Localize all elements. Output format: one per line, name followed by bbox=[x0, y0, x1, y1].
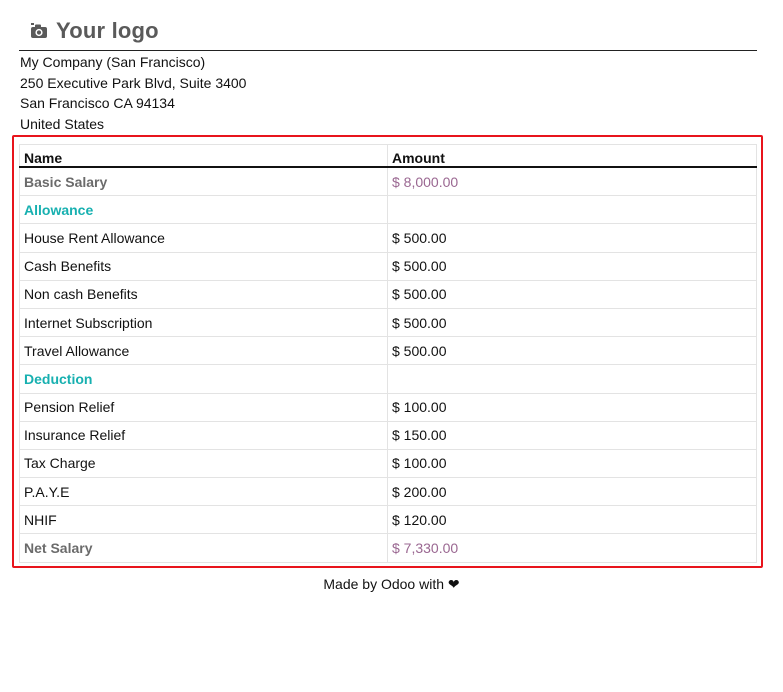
table-row: House Rent Allowance $ 500.00 bbox=[19, 223, 757, 253]
row-name: Net Salary bbox=[19, 533, 388, 563]
column-header-amount: Amount bbox=[387, 144, 757, 168]
payslip-table: Name Amount Basic Salary $ 8,000.00 Allowa… bbox=[19, 144, 757, 563]
row-amount: $ 500.00 bbox=[387, 279, 757, 309]
summary-row: Basic Salary $ 8,000.00 bbox=[19, 166, 757, 197]
row-amount: $ 100.00 bbox=[387, 392, 757, 422]
row-name: P.A.Y.E bbox=[19, 477, 388, 507]
row-name: Insurance Relief bbox=[19, 420, 388, 450]
address-country: United States bbox=[20, 115, 105, 132]
row-name: Tax Charge bbox=[19, 448, 388, 479]
address-street: 250 Executive Park Blvd, Suite 3400 bbox=[20, 74, 247, 91]
table-row: Non cash Benefits $ 500.00 bbox=[19, 279, 757, 309]
category-row: Allowance bbox=[19, 195, 757, 225]
row-name: Pension Relief bbox=[19, 392, 388, 422]
row-name: NHIF bbox=[19, 505, 388, 535]
camera-icon bbox=[30, 22, 48, 40]
table-row: NHIF $ 120.00 bbox=[19, 505, 757, 535]
company-name: My Company (San Francisco) bbox=[20, 54, 206, 70]
column-header-name: Name bbox=[19, 144, 388, 168]
table-row: Cash Benefits $ 500.00 bbox=[19, 251, 757, 281]
row-amount: $ 100.00 bbox=[387, 448, 757, 479]
summary-row: Net Salary $ 7,330.00 bbox=[19, 533, 757, 563]
table-row: Pension Relief $ 100.00 bbox=[19, 392, 757, 422]
category-row: Deduction bbox=[19, 364, 757, 394]
row-name: Allowance bbox=[19, 195, 388, 225]
footer-credit: Made by Odoo with ❤ bbox=[323, 576, 460, 592]
row-name: Non cash Benefits bbox=[19, 279, 388, 309]
table-header-row: Name Amount bbox=[19, 144, 757, 168]
address-city: San Francisco CA 94134 bbox=[20, 95, 175, 111]
company-address: My Company (San Francisco) 250 Executive… bbox=[20, 52, 246, 134]
row-amount: $ 500.00 bbox=[387, 223, 757, 253]
row-amount bbox=[387, 364, 757, 394]
row-amount bbox=[387, 195, 757, 225]
table-row: Tax Charge $ 100.00 bbox=[19, 448, 757, 479]
row-amount: $ 500.00 bbox=[387, 336, 757, 366]
row-amount: $ 120.00 bbox=[387, 505, 757, 535]
company-logo: Your logo bbox=[30, 16, 159, 46]
row-name: House Rent Allowance bbox=[19, 223, 388, 253]
row-amount: $ 150.00 bbox=[387, 420, 757, 450]
row-name: Cash Benefits bbox=[19, 251, 388, 281]
table-row: P.A.Y.E $ 200.00 bbox=[19, 477, 757, 507]
row-amount: $ 500.00 bbox=[387, 251, 757, 281]
table-row: Internet Subscription $ 500.00 bbox=[19, 307, 757, 338]
table-row: Insurance Relief $ 150.00 bbox=[19, 420, 757, 450]
table-row: Travel Allowance $ 500.00 bbox=[19, 336, 757, 366]
row-amount: $ 200.00 bbox=[387, 477, 757, 507]
row-name: Travel Allowance bbox=[19, 336, 388, 366]
row-amount: $ 500.00 bbox=[387, 307, 757, 338]
table-body: Basic Salary $ 8,000.00 Allowance House Ren… bbox=[19, 166, 757, 563]
row-amount: $ 8,000.00 bbox=[387, 166, 757, 197]
row-amount: $ 7,330.00 bbox=[387, 533, 757, 563]
header-divider bbox=[19, 50, 757, 51]
row-name: Internet Subscription bbox=[19, 307, 388, 338]
row-name: Basic Salary bbox=[19, 166, 388, 197]
row-name: Deduction bbox=[19, 364, 388, 394]
logo-text: Your logo bbox=[56, 18, 159, 43]
